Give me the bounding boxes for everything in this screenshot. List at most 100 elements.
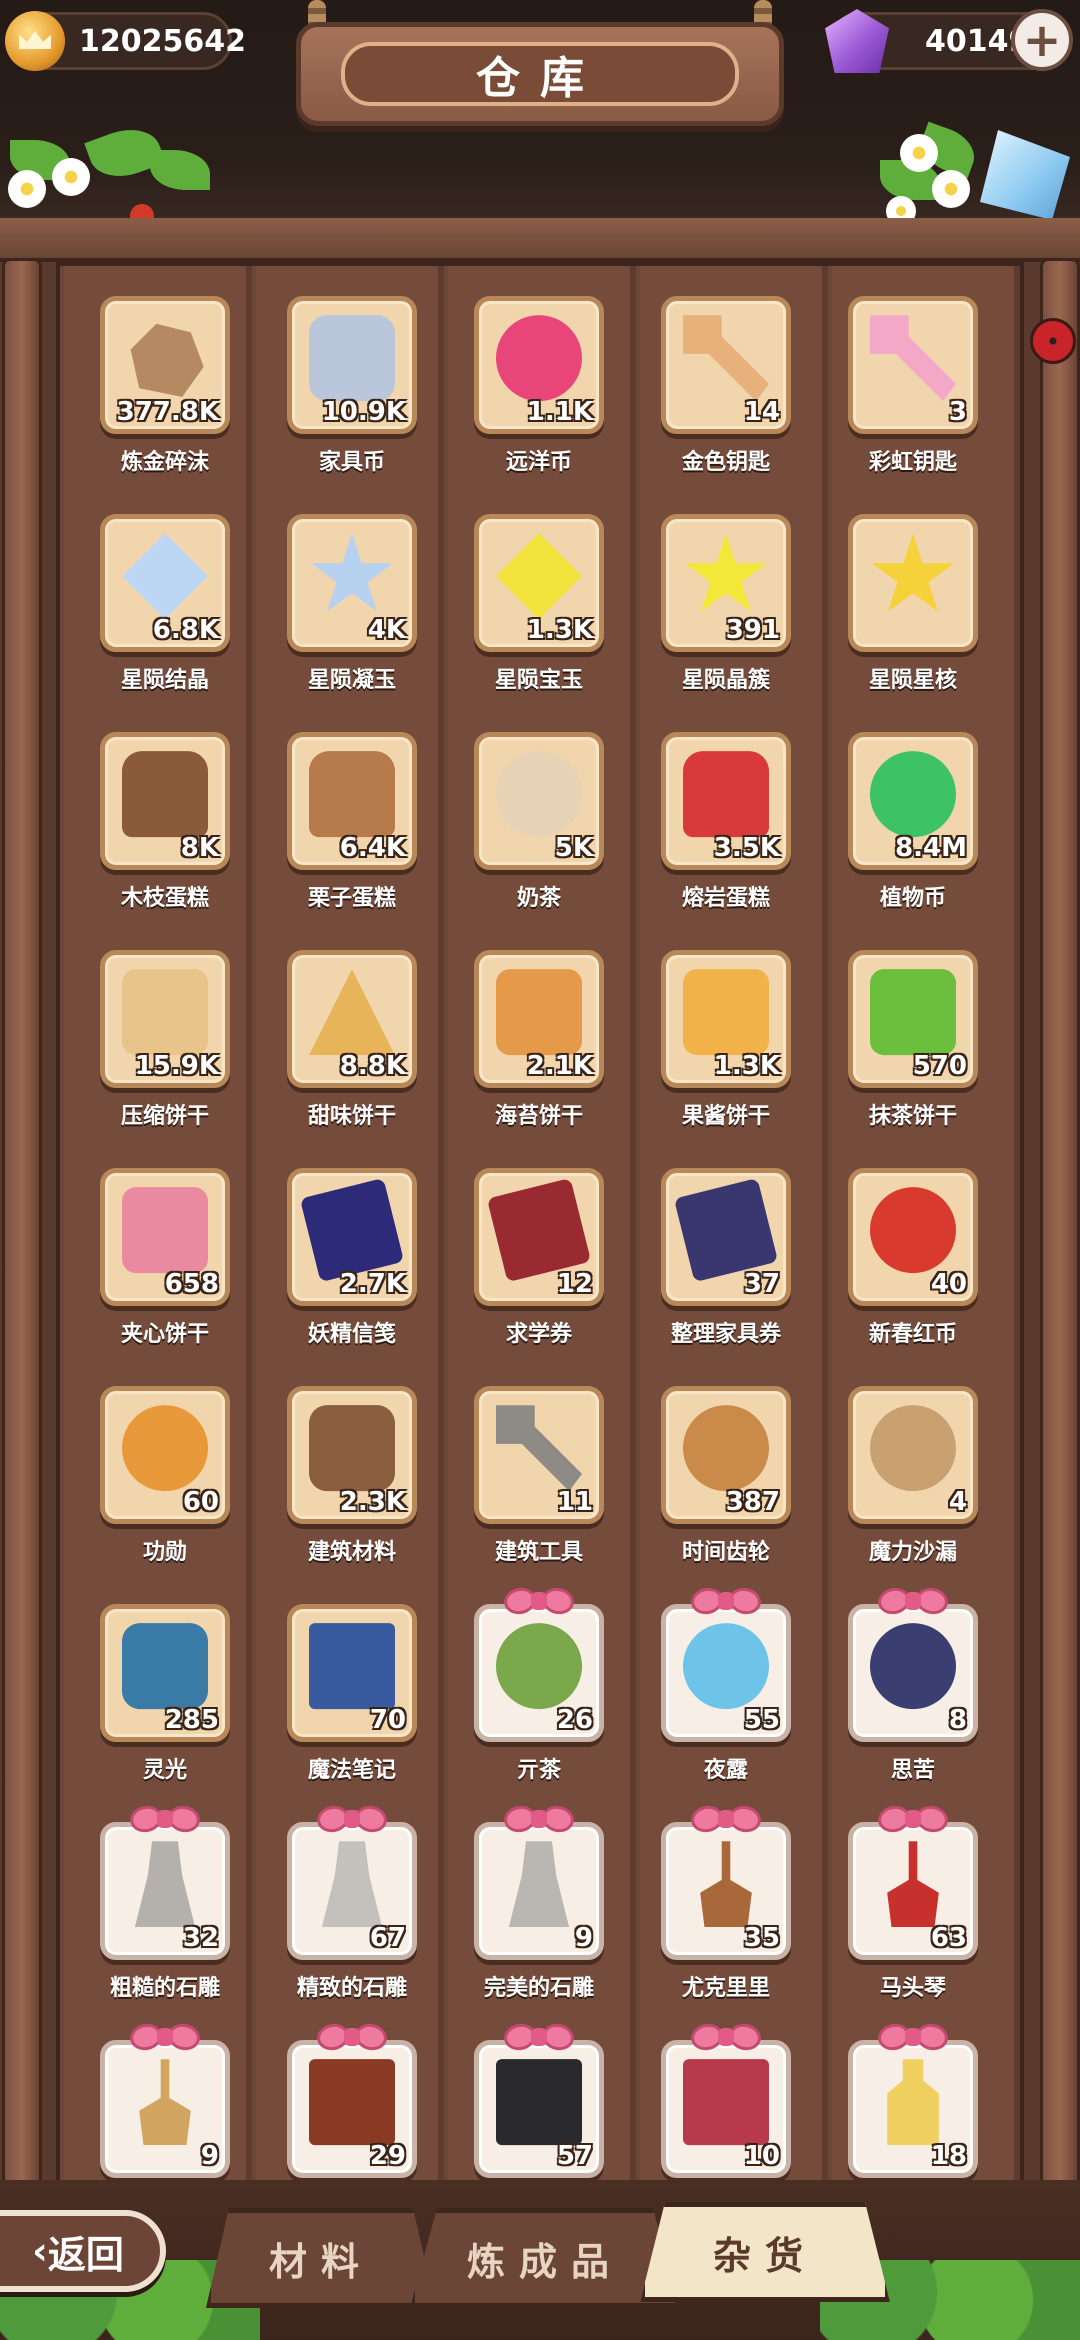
item-tile[interactable]: 8 [848,1604,978,1742]
item-tile[interactable]: 12 [474,1168,604,1306]
inventory-item[interactable]: 60 功勋 [70,1386,250,1586]
inventory-item[interactable]: 40 新春红币 [818,1168,998,1368]
item-tile[interactable] [848,514,978,652]
inventory-item[interactable]: 12 求学券 [444,1168,624,1368]
add-gems-button[interactable]: + [1011,9,1073,71]
item-tile[interactable]: 2.1K [474,950,604,1088]
item-tile[interactable]: 8.8K [287,950,417,1088]
inventory-item[interactable]: 377.8K 炼金碎沫 [70,296,250,496]
item-tile[interactable]: 10 [661,2040,791,2178]
inventory-item[interactable]: 5K 奶茶 [444,732,624,932]
inventory-item[interactable]: 8 思苦 [818,1592,998,1804]
item-tile[interactable]: 391 [661,514,791,652]
item-quantity: 6.4K [339,833,406,863]
inventory-item[interactable]: 55 夜露 [631,1592,811,1804]
inventory-item[interactable]: 2.3K 建筑材料 [257,1386,437,1586]
item-tile[interactable]: 4 [848,1386,978,1524]
item-tile[interactable]: 6.8K [100,514,230,652]
inventory-item[interactable]: 8K 木枝蛋糕 [70,732,250,932]
inventory-item[interactable]: 9 完美的石雕 [444,1810,624,2022]
item-tile[interactable]: 26 [474,1604,604,1742]
item-tile[interactable]: 60 [100,1386,230,1524]
item-tile[interactable]: 63 [848,1822,978,1960]
inventory-item[interactable]: 11 建筑工具 [444,1386,624,1586]
inventory-item[interactable]: 星陨星核 [818,514,998,714]
item-tile[interactable]: 4K [287,514,417,652]
inventory-item[interactable]: 67 精致的石雕 [257,1810,437,2022]
item-tile[interactable]: 32 [100,1822,230,1960]
item-tile[interactable]: 377.8K [100,296,230,434]
inventory-item[interactable]: 6.8K 星陨结晶 [70,514,250,714]
inventory-item[interactable]: 1.3K 星陨宝玉 [444,514,624,714]
item-name: 彩虹钥匙 [868,450,957,475]
item-tile[interactable]: 2.3K [287,1386,417,1524]
inventory-item[interactable]: 14 金色钥匙 [631,296,811,496]
inventory-item[interactable]: 6.4K 栗子蛋糕 [257,732,437,932]
inventory-item[interactable]: 4K 星陨凝玉 [257,514,437,714]
dew-bowl-icon [683,1623,769,1710]
inventory-item[interactable]: 35 尤克里里 [631,1810,811,2022]
item-tile[interactable]: 9 [474,1822,604,1960]
item-tile[interactable]: 70 [287,1604,417,1742]
item-tile[interactable]: 37 [661,1168,791,1306]
item-tile[interactable]: 14 [661,296,791,434]
inventory-item[interactable]: 285 灵光 [70,1604,250,1804]
item-tile[interactable]: 8.4M [848,732,978,870]
item-tile[interactable]: 67 [287,1822,417,1960]
item-tile[interactable]: 40 [848,1168,978,1306]
inventory-item[interactable]: 32 粗糙的石雕 [70,1810,250,2022]
item-tile[interactable]: 8K [100,732,230,870]
inventory-item[interactable]: 70 魔法笔记 [257,1604,437,1804]
item-quantity: 10.9K [321,397,406,427]
item-tile[interactable]: 2.7K [287,1168,417,1306]
item-tile[interactable]: 55 [661,1604,791,1742]
tab-groceries[interactable]: 杂货 [640,2202,890,2302]
tab-materials[interactable]: 材料 [206,2208,436,2308]
item-tile[interactable]: 15.9K [100,950,230,1088]
item-name: 整理家具券 [670,1322,781,1347]
ladybug-icon [1030,318,1076,364]
item-tile[interactable]: 1.1K [474,296,604,434]
item-tile[interactable]: 57 [474,2040,604,2178]
inventory-item[interactable]: 2.1K 海苔饼干 [444,950,624,1150]
inventory-item[interactable]: 15.9K 压缩饼干 [70,950,250,1150]
item-tile[interactable]: 11 [474,1386,604,1524]
item-tile[interactable]: 1.3K [661,950,791,1088]
inventory-item[interactable]: 570 抹茶饼干 [818,950,998,1150]
item-tile[interactable]: 5K [474,732,604,870]
inventory-item[interactable]: 387 时间齿轮 [631,1386,811,1586]
item-tile[interactable]: 658 [100,1168,230,1306]
inventory-item[interactable]: 8.8K 甜味饼干 [257,950,437,1150]
item-tile[interactable]: 9 [100,2040,230,2178]
inventory-item[interactable]: 1.1K 远洋币 [444,296,624,496]
item-tile[interactable]: 29 [287,2040,417,2178]
inventory-item[interactable]: 391 星陨晶簇 [631,514,811,714]
item-tile[interactable]: 18 [848,2040,978,2178]
item-quantity: 9 [200,2141,219,2171]
inventory-item[interactable]: 1.3K 果酱饼干 [631,950,811,1150]
ribbon-bow-icon [130,1802,200,1836]
item-tile[interactable]: 10.9K [287,296,417,434]
inventory-item[interactable]: 10.9K 家具币 [257,296,437,496]
inventory-item[interactable]: 8.4M 植物币 [818,732,998,932]
inventory-item[interactable]: 3.5K 熔岩蛋糕 [631,732,811,932]
inventory-item[interactable]: 26 亓茶 [444,1592,624,1804]
inventory-item[interactable]: 2.7K 妖精信笺 [257,1168,437,1368]
item-tile[interactable]: 6.4K [287,732,417,870]
back-button[interactable]: ‹ 返回 [0,2210,166,2292]
item-tile[interactable]: 285 [100,1604,230,1742]
item-quantity: 10 [743,2141,780,2171]
inventory-item[interactable]: 4 魔力沙漏 [818,1386,998,1586]
item-tile[interactable]: 3 [848,296,978,434]
item-tile[interactable]: 387 [661,1386,791,1524]
inventory-item[interactable]: 658 夹心饼干 [70,1168,250,1368]
item-tile[interactable]: 1.3K [474,514,604,652]
inventory-item[interactable]: 3 彩虹钥匙 [818,296,998,496]
item-tile[interactable]: 35 [661,1822,791,1960]
item-tile[interactable]: 3.5K [661,732,791,870]
item-name: 思苦 [890,1758,935,1783]
tab-crafted[interactable]: 炼成品 [410,2208,680,2308]
inventory-item[interactable]: 63 马头琴 [818,1810,998,2022]
item-tile[interactable]: 570 [848,950,978,1088]
inventory-item[interactable]: 37 整理家具券 [631,1168,811,1368]
